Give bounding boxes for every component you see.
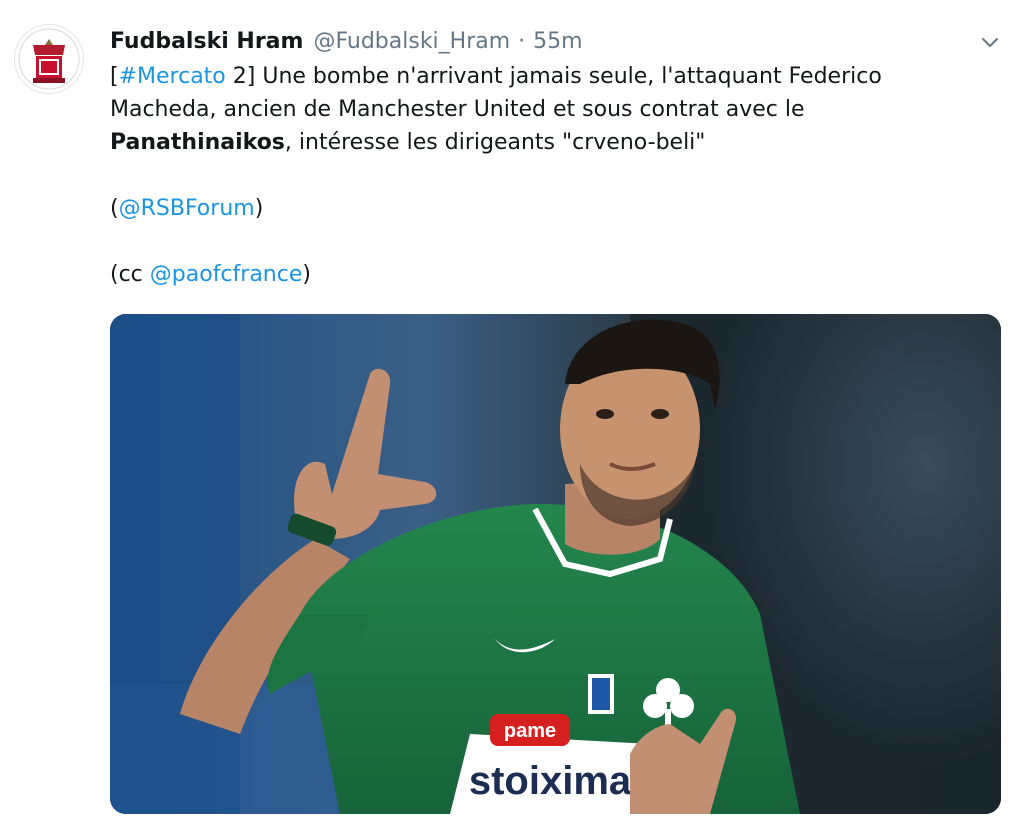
tweet-header: Fudbalski Hram @Fudbalski_Hram · 55m <box>110 24 583 58</box>
sponsor-text-top: pame <box>504 720 556 742</box>
paren-close: ) <box>254 196 264 221</box>
cc-paragraph: (cc @paofcfrance) <box>110 258 990 291</box>
tweet-body-end: , intéresse les dirigeants "crveno-beli" <box>284 130 706 155</box>
player-photo-illustration: pame stoixima <box>110 314 1001 814</box>
sponsor-text-main: stoixima <box>469 759 632 803</box>
mention-link-rsbforum[interactable]: @RSBForum <box>119 196 255 221</box>
cc-close: ) <box>302 262 311 287</box>
paren-open: ( <box>110 196 119 221</box>
hashtag-link[interactable]: #Mercato <box>119 64 226 89</box>
chevron-down-icon <box>982 38 998 47</box>
tweet-paragraph: [#Mercato 2] Une bombe n'arrivant jamais… <box>110 60 990 159</box>
mention-paragraph: (@RSBForum) <box>110 192 990 225</box>
avatar[interactable] <box>14 24 84 94</box>
tweet-timestamp[interactable]: 55m <box>533 29 582 54</box>
bold-club-name: Panathinaikos <box>110 130 285 155</box>
mention-link-paofcfrance[interactable]: @paofcfrance <box>150 262 303 287</box>
author-handle[interactable]: @Fudbalski_Hram <box>313 29 510 54</box>
separator-dot: · <box>518 28 526 54</box>
cc-prefix: (cc <box>110 262 150 287</box>
tweet-body-text: 2] Une bombe n'arrivant jamais seule, l'… <box>110 64 882 122</box>
tweet-text: [#Mercato 2] Une bombe n'arrivant jamais… <box>110 60 990 291</box>
author-display-name[interactable]: Fudbalski Hram <box>110 29 303 54</box>
tweet-menu-button[interactable] <box>976 28 1004 56</box>
bracket-text: [ <box>110 64 119 89</box>
tweet[interactable]: Fudbalski Hram @Fudbalski_Hram · 55m [#M… <box>0 0 1024 826</box>
tweet-photo[interactable]: pame stoixima <box>110 314 1001 814</box>
club-crest-icon <box>16 26 82 92</box>
